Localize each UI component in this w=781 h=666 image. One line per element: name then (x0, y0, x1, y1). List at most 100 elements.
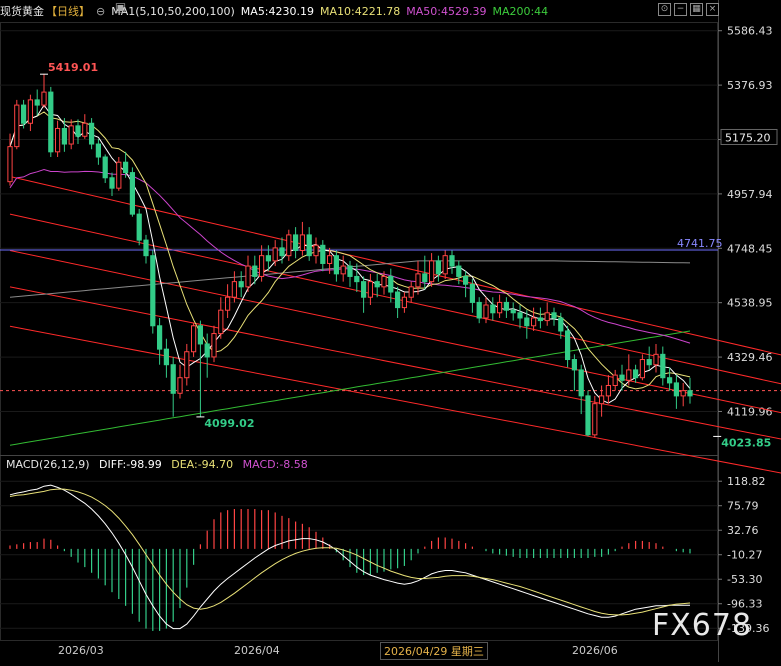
candle-body (163, 348, 170, 366)
symbol-label: 现货黄金 (0, 5, 44, 18)
candle-body (265, 255, 272, 262)
candle-body (48, 91, 54, 153)
candle-body (102, 156, 108, 179)
candle-body (483, 304, 489, 319)
candle-body (394, 291, 401, 309)
candle-body (381, 275, 387, 288)
candle-body (68, 125, 74, 145)
candle-body (564, 330, 571, 361)
candle-body (666, 377, 673, 384)
settings-icon[interactable]: ▣ (114, 1, 127, 15)
candle-body (503, 301, 510, 311)
candle-body (14, 104, 20, 148)
candle-body (313, 244, 319, 257)
macd-header: MACD(26,12,9) DIFF:-98.99 DEA:-94.70 MAC… (6, 458, 314, 471)
ma50-value: MA50:4529.39 (406, 4, 487, 18)
candle-body (320, 244, 326, 264)
macd-title[interactable]: MACD(26,12,9) (6, 458, 90, 471)
chart-canvas[interactable]: 5586.435376.935167.444957.944748.454538.… (0, 0, 781, 662)
candle-body (122, 161, 129, 174)
ma5-line (9, 104, 691, 404)
candle-body (245, 265, 251, 288)
candle-body (150, 255, 156, 327)
annotation-label: 4023.85 (721, 436, 771, 449)
macd-diff-value: DIFF:-98.99 (99, 458, 162, 471)
candle-body (136, 213, 142, 241)
candle-body (442, 255, 448, 275)
candle-body (646, 359, 652, 366)
x-axis-label: 2026/03 (58, 644, 104, 657)
candle-body (197, 325, 204, 345)
candle-body (211, 333, 217, 358)
candle-body (95, 143, 102, 158)
close-icon[interactable]: × (706, 3, 719, 16)
candle-body (156, 325, 163, 350)
candle-body (585, 395, 591, 436)
candle-body (54, 127, 61, 153)
y-tick-label: -10.27 (727, 549, 762, 562)
x-axis-crosshair-label: 2026/04/29 星期三 (380, 642, 488, 660)
candle-body (619, 374, 625, 381)
candle-body (184, 351, 190, 379)
y-tick-label: 118.82 (727, 475, 766, 488)
candle-body (354, 275, 360, 283)
candle-body (544, 312, 550, 322)
y-tick-label: 4329.46 (727, 351, 773, 364)
macd-dea-value: DEA:-94.70 (171, 458, 234, 471)
annotation-label: 4099.02 (204, 417, 254, 430)
candle-body (75, 125, 81, 137)
candle-body (143, 239, 149, 257)
ma-title[interactable]: MA1(5,10,50,200,100) (111, 5, 235, 18)
price-tag-label: 5175.20 (725, 131, 771, 144)
candle-body (88, 122, 95, 145)
candle-body (490, 304, 496, 314)
candle-body (592, 403, 598, 436)
candle-body (238, 281, 244, 288)
candle-body (326, 255, 333, 264)
candle-body (626, 369, 632, 381)
pin-icon[interactable]: ⊙ (658, 3, 671, 16)
candle-body (34, 99, 40, 106)
candle-body (252, 265, 258, 277)
candle-body (510, 309, 516, 314)
grid-icon[interactable]: ▦ (690, 3, 703, 16)
candle-body (27, 99, 34, 124)
candle-body (680, 390, 686, 397)
candle-body (367, 281, 374, 298)
candle-body (116, 161, 122, 189)
minus-icon[interactable]: − (674, 3, 687, 16)
candle-body (578, 369, 584, 397)
gold-daily-chart[interactable]: 5586.435376.935167.444957.944748.454538.… (0, 0, 781, 662)
candle-body (299, 234, 306, 251)
candle-body (360, 281, 367, 298)
target-icon[interactable]: ⊖ (96, 5, 105, 18)
level-label: 4741.75 (677, 237, 723, 250)
candle-body (415, 273, 421, 288)
candle-body (347, 265, 353, 277)
y-tick-label: 4119.96 (727, 405, 773, 418)
candle-body (571, 359, 578, 371)
y-tick-label: 5376.93 (727, 79, 773, 92)
annotation-label: 5419.01 (48, 61, 98, 74)
candle-body (333, 255, 340, 275)
candle-body (551, 312, 557, 319)
period-label[interactable]: 【日线】 (46, 3, 90, 19)
candle-body (190, 325, 197, 353)
candle-body (476, 301, 482, 319)
y-tick-label: 4538.95 (727, 297, 773, 310)
candle-body (218, 309, 224, 335)
candle-body (170, 364, 176, 394)
candle-body (462, 275, 469, 285)
watermark-logo: FX678 (652, 608, 753, 643)
candle-body (286, 234, 292, 257)
candle-body (673, 382, 680, 397)
candle-body (306, 234, 312, 257)
candle-body (496, 301, 503, 314)
candle-body (660, 353, 666, 379)
ma10-value: MA10:4221.78 (320, 4, 401, 18)
candle-body (272, 247, 278, 262)
candle-body (374, 281, 380, 288)
candle-body (408, 286, 414, 298)
y-tick-label: 32.76 (727, 524, 759, 537)
channel-line (9, 325, 781, 474)
